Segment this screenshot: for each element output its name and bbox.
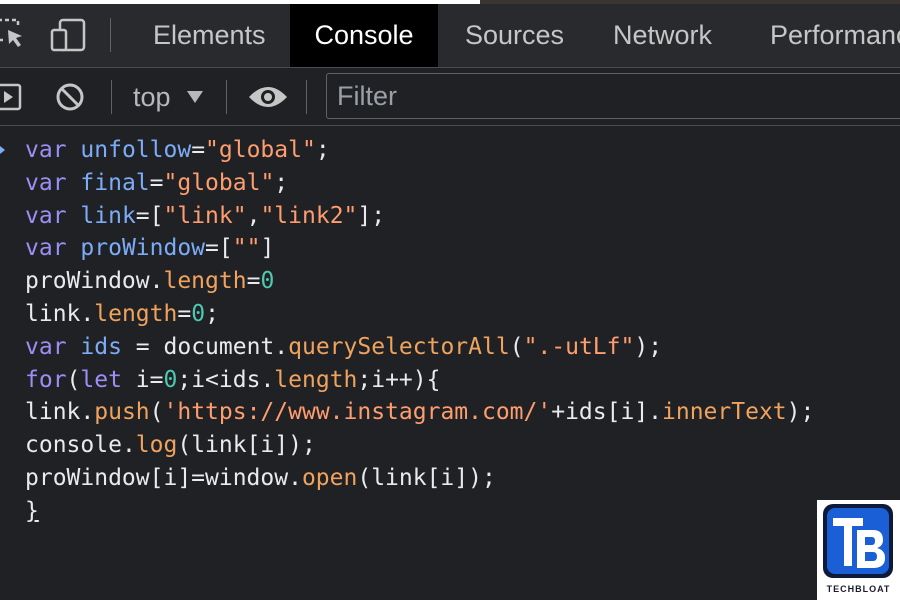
filter-input[interactable] [326, 73, 900, 119]
code-line: link.push('https://www.instagram.com/'+i… [25, 399, 815, 426]
code-line: var final="global"; [25, 169, 289, 196]
code-line: var ids = document.querySelectorAll(".-u… [25, 333, 663, 360]
tab-separator [110, 18, 111, 52]
techbloat-logo-mark [823, 504, 893, 578]
device-toolbar-icon[interactable] [50, 18, 88, 57]
code-line: } [25, 497, 39, 524]
context-selector[interactable]: top [133, 68, 171, 126]
code-line: var proWindow=[""] [25, 235, 275, 262]
console-toolbar: top [0, 68, 900, 126]
code-line: console.log(link[i]); [25, 432, 316, 459]
tab-performance[interactable]: Performance [770, 4, 900, 67]
code-line: link.length=0; [25, 300, 219, 327]
console-output[interactable]: var unfollow="global"; var final="global"… [0, 126, 900, 600]
toolbar-separator [306, 80, 307, 114]
toolbar-separator [226, 80, 227, 114]
tab-sources[interactable]: Sources [465, 4, 564, 67]
logo-wordmark: TECHBLOAT [826, 584, 891, 594]
window-top-strip [0, 0, 900, 4]
show-sidebar-icon[interactable] [0, 82, 24, 117]
code-line: var unfollow="global"; [25, 137, 330, 163]
devtools-tab-bar: Elements Console Sources Network Perform… [0, 0, 900, 68]
tab-network[interactable]: Network [613, 4, 712, 67]
code-line: proWindow[i]=window.open(link[i]); [25, 464, 496, 491]
code-line: for(let i=0;i<ids.length;i++){ [25, 366, 441, 393]
toolbar-separator [111, 80, 112, 114]
code-line: var link=["link","link2"]; [25, 202, 386, 229]
console-code-block[interactable]: var unfollow="global"; var final="global"… [25, 134, 814, 528]
tab-console[interactable]: Console [290, 4, 438, 67]
techbloat-logo: TECHBLOAT [817, 500, 900, 600]
clear-console-icon[interactable] [55, 82, 85, 117]
caret-down-icon[interactable] [186, 90, 204, 109]
inspect-element-icon[interactable] [0, 18, 26, 55]
code-line: proWindow.length=0 [25, 268, 275, 295]
tab-elements[interactable]: Elements [138, 4, 276, 67]
prompt-chevron-icon [0, 143, 8, 162]
eye-icon[interactable] [247, 83, 289, 116]
